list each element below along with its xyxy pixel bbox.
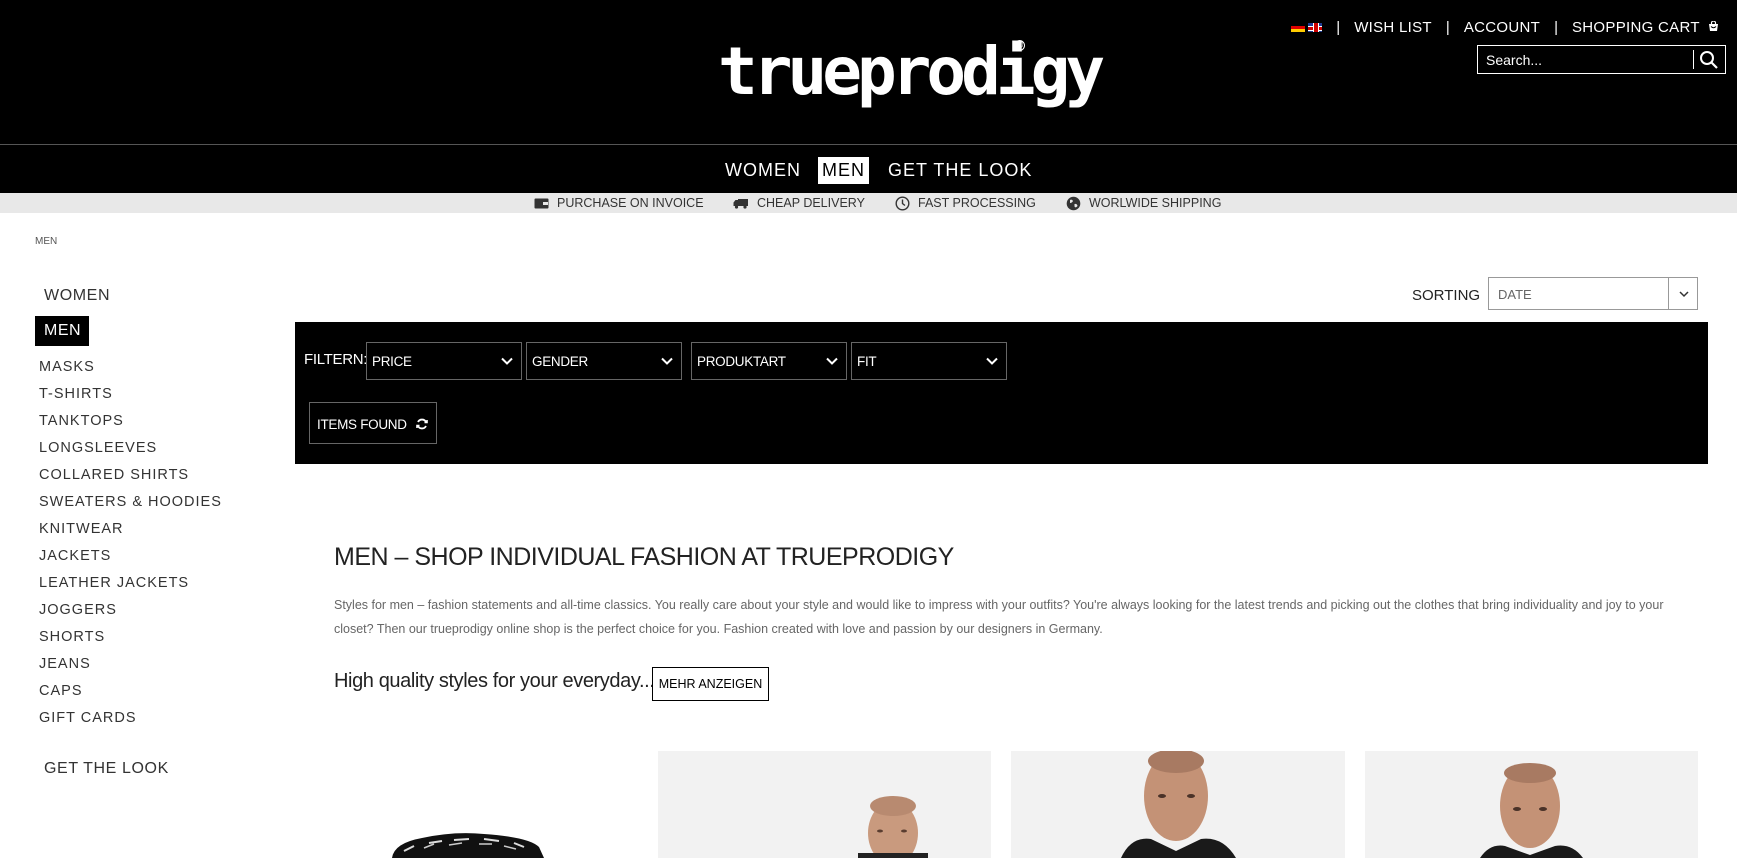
search-divider (1693, 50, 1694, 69)
benefit-label: WORLWIDE SHIPPING (1089, 196, 1222, 210)
uk-flag-icon[interactable] (1308, 22, 1323, 32)
benefit-label: PURCHASE ON INVOICE (557, 196, 704, 210)
top-links: | WISH LIST | ACCOUNT | SHOPPING CART (1291, 18, 1719, 36)
breadcrumb[interactable]: MEN (35, 236, 57, 247)
benefit-fast-processing: FAST PROCESSING (895, 195, 1036, 211)
nav-item-get-the-look[interactable]: GET THE LOOK (884, 157, 1036, 184)
benefit-cheap-delivery: CHEAP DELIVERY (733, 195, 865, 211)
filter-label: FILTERN: (304, 351, 368, 368)
product-image (1121, 751, 1236, 858)
wishlist-link[interactable]: WISH LIST (1354, 19, 1432, 36)
filter-fit-select[interactable]: FIT (851, 342, 1007, 380)
product-card[interactable] (1011, 751, 1345, 858)
chevron-down-icon (1679, 291, 1689, 298)
benefit-label: CHEAP DELIVERY (757, 196, 865, 210)
sidebar-category-sweaters-hoodies[interactable]: SWEATERS & HOODIES (39, 494, 222, 510)
registered-mark-icon: ® (1014, 40, 1025, 51)
sorting-value: DATE (1498, 287, 1532, 302)
product-image (858, 796, 928, 858)
sidebar-category-jackets[interactable]: JACKETS (39, 548, 111, 564)
search-input[interactable] (1486, 50, 1686, 69)
search-icon[interactable] (1697, 49, 1721, 71)
filter-gender-select[interactable]: GENDER (526, 342, 682, 380)
sidebar-category-collared-shirts[interactable]: COLLARED SHIRTS (39, 467, 189, 483)
german-flag-icon[interactable] (1291, 22, 1306, 32)
separator: | (1554, 18, 1558, 36)
account-link[interactable]: ACCOUNT (1464, 19, 1540, 36)
tagline: High quality styles for your everyday... (334, 670, 655, 692)
refresh-icon (416, 418, 428, 430)
benefit-worldwide-shipping: WORLWIDE SHIPPING (1066, 195, 1221, 211)
shopping-cart-link[interactable]: SHOPPING CART (1572, 19, 1719, 36)
filter-select-label: GENDER (532, 354, 588, 369)
logo-text: trueprodigy (718, 33, 1105, 110)
product-card[interactable] (1365, 751, 1698, 858)
language-switcher[interactable] (1291, 22, 1323, 32)
chevron-down-icon (501, 357, 513, 365)
sidebar-category-jeans[interactable]: JEANS (39, 656, 91, 672)
main-navigation: WOMEN MEN GET THE LOOK (0, 145, 1737, 193)
sidebar-category-longsleeves[interactable]: LONGSLEEVES (39, 440, 157, 456)
benefit-label: FAST PROCESSING (918, 196, 1036, 210)
benefit-purchase-on-invoice: PURCHASE ON INVOICE (534, 195, 704, 211)
filter-select-label: FIT (857, 354, 877, 369)
sidebar-category-t-shirts[interactable]: T-SHIRTS (39, 386, 113, 402)
sidebar-category-tanktops[interactable]: TANKTOPS (39, 413, 124, 429)
sidebar-item-men[interactable]: MEN (35, 316, 89, 346)
sidebar-item-women[interactable]: WOMEN (44, 287, 110, 305)
sidebar-category-joggers[interactable]: JOGGERS (39, 602, 117, 618)
site-logo[interactable]: trueprodigy ® (718, 33, 1105, 110)
chevron-down-icon (826, 357, 838, 365)
filter-select-label: PRICE (372, 354, 412, 369)
items-found-button[interactable]: ITEMS FOUND (309, 402, 437, 444)
shopping-cart-label: SHOPPING CART (1571, 18, 1700, 36)
filter-bar: FILTERN: PRICE GENDER PRODUKTART FIT ITE… (295, 322, 1708, 464)
nav-item-men[interactable]: MEN (818, 157, 869, 184)
shopping-bag-icon (1709, 20, 1718, 31)
filter-select-label: PRODUKTART (697, 354, 786, 369)
filter-produktart-select[interactable]: PRODUKTART (691, 342, 847, 380)
truck-icon (733, 198, 748, 209)
product-card[interactable] (658, 751, 991, 858)
sidebar-category-masks[interactable]: MASKS (39, 359, 95, 375)
sorting-label: SORTING (1412, 287, 1481, 304)
sidebar-category-shorts[interactable]: SHORTS (39, 629, 105, 645)
product-card[interactable] (334, 751, 634, 858)
benefits-bar: PURCHASE ON INVOICE CHEAP DELIVERY FAST … (0, 193, 1737, 213)
chevron-down-icon (661, 357, 673, 365)
separator: | (1336, 18, 1341, 36)
nav-item-women[interactable]: WOMEN (721, 157, 805, 184)
chevron-down-icon (986, 357, 998, 365)
separator: | (1445, 18, 1450, 36)
globe-icon (1066, 196, 1081, 210)
sidebar-category-gift-cards[interactable]: GIFT CARDS (39, 710, 137, 726)
sidebar-category-caps[interactable]: CAPS (39, 683, 83, 699)
product-image (1480, 763, 1583, 858)
show-more-button[interactable]: MEHR ANZEIGEN (652, 667, 769, 701)
page-title: MEN – SHOP INDIVIDUAL FASHION AT TRUEPRO… (334, 543, 954, 571)
intro-text: Styles for men – fashion statements and … (334, 598, 1664, 636)
sorting-select[interactable]: DATE (1488, 277, 1698, 310)
filter-price-select[interactable]: PRICE (366, 342, 522, 380)
search-box (1477, 45, 1726, 74)
items-found-label: ITEMS FOUND (317, 417, 407, 432)
clock-icon (895, 195, 910, 211)
sidebar-category-leather-jackets[interactable]: LEATHER JACKETS (39, 575, 189, 591)
sidebar-item-get-the-look[interactable]: GET THE LOOK (44, 760, 169, 778)
wallet-icon (534, 198, 549, 209)
sorting-dropdown-toggle[interactable] (1668, 278, 1698, 309)
site-header: trueprodigy ® | WISH LIST | ACCOUNT | SH… (0, 0, 1737, 144)
product-image (392, 833, 544, 858)
sidebar-category-knitwear[interactable]: KNITWEAR (39, 521, 124, 537)
